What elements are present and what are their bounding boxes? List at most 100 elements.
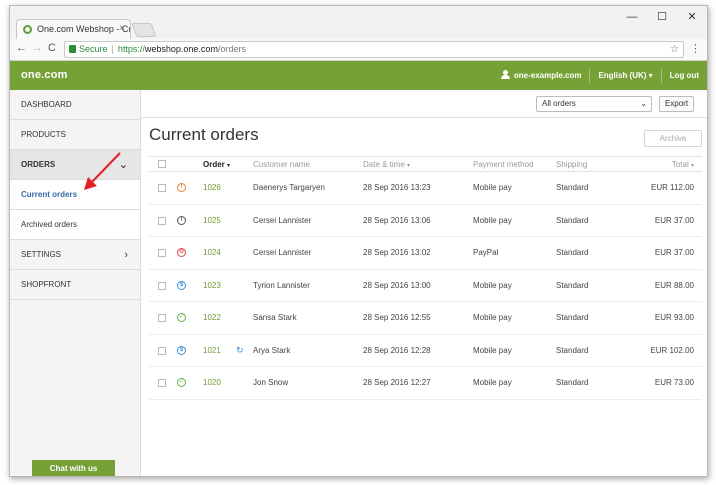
orders-table: Order ▾ Customer name Date & time ▾ Paym… (149, 156, 702, 400)
shipping-method: Standard (556, 334, 630, 367)
sidebar-subitem-archived-orders[interactable]: Archived orders (10, 210, 140, 240)
order-date: 28 Sep 2016 13:02 (363, 236, 473, 270)
account-menu[interactable]: one-example.com (493, 69, 590, 83)
table-row[interactable]: ✓ 1022 Sansa Stark 28 Sep 2016 12:55 Mobile … (149, 301, 702, 335)
order-filter-select[interactable]: All orders ⌄ (536, 96, 652, 112)
shipping-method: Standard (556, 171, 630, 205)
url-input[interactable]: Secure | https://webshop.one.com/orders ☆ (64, 41, 684, 58)
sort-caret-icon: ▾ (690, 162, 694, 169)
row-checkbox[interactable] (158, 216, 166, 225)
chat-button[interactable]: Chat with us (32, 460, 115, 476)
chevron-down-icon: ⌄ (640, 99, 647, 108)
row-checkbox[interactable] (158, 379, 166, 388)
window-controls: — ☐ ✕ (617, 9, 707, 27)
favicon-icon (23, 25, 32, 34)
sidebar-item-dashboard[interactable]: DASHBOARD (10, 90, 140, 120)
sidebar-item-label: PRODUCTS (21, 130, 66, 139)
bookmark-star-icon[interactable]: ☆ (670, 42, 679, 57)
sidebar-item-orders[interactable]: ORDERS ⌄ (10, 150, 140, 180)
order-total: EUR 112.00 (630, 171, 702, 205)
tab-title: One.com Webshop - Cur (37, 24, 131, 34)
orders-toolbar: All orders ⌄ Export (141, 90, 707, 118)
export-button[interactable]: Export (659, 96, 694, 112)
payment-method: Mobile pay (473, 366, 556, 400)
table-row[interactable]: ! 1025 Cersei Lannister 28 Sep 2016 13:06 Mo… (149, 204, 702, 237)
close-window-button[interactable]: ✕ (677, 9, 707, 27)
column-header-order[interactable]: Order ▾ (203, 156, 253, 172)
order-number-link[interactable]: 1024 (203, 236, 236, 270)
lock-icon (69, 45, 76, 53)
status-paid-icon: $ (177, 280, 186, 290)
order-date: 28 Sep 2016 12:55 (363, 301, 473, 335)
sidebar-subitem-current-orders[interactable]: Current orders (10, 180, 140, 210)
page-title: Current orders (149, 125, 259, 144)
payment-method: Mobile pay (473, 204, 556, 237)
sort-caret-icon: ▾ (227, 162, 231, 169)
url-scheme: https:// (117, 44, 145, 54)
user-icon (500, 69, 510, 79)
reload-icon[interactable]: C (48, 42, 56, 54)
new-tab-button[interactable] (131, 23, 157, 37)
payment-method: Mobile pay (473, 269, 556, 302)
table-row[interactable]: $1021 ↻ Arya Stark 28 Sep 2016 12:28 Mobile … (149, 334, 702, 367)
status-done-icon: ✓ (177, 378, 186, 388)
column-header-total[interactable]: Total ▾ (630, 156, 702, 172)
forward-icon[interactable]: → (32, 42, 43, 54)
row-checkbox[interactable] (158, 249, 166, 258)
row-checkbox[interactable] (158, 184, 166, 193)
maximize-button[interactable]: ☐ (647, 9, 677, 27)
sidebar-item-shopfront[interactable]: SHOPFRONT (10, 270, 140, 300)
sidebar-item-label: DASHBOARD (21, 100, 72, 109)
order-number-link[interactable]: 1020 (203, 366, 236, 400)
language-menu[interactable]: English (UK) ▾ (589, 68, 660, 83)
order-total: EUR 93.00 (630, 301, 702, 335)
order-number-link[interactable]: 1021 (203, 334, 236, 367)
archive-button[interactable]: Archive (644, 130, 702, 147)
column-header-payment[interactable]: Payment method (473, 156, 556, 172)
order-number-link[interactable]: 1026 (203, 171, 236, 205)
chevron-down-icon: ⌄ (118, 159, 128, 171)
column-header-date[interactable]: Date & time ▾ (363, 156, 473, 172)
customer-name: Daenerys Targaryen (253, 171, 363, 205)
table-row[interactable]: ⊘ 1024 Cersei Lannister 28 Sep 2016 13:02 Pa… (149, 236, 702, 270)
table-row[interactable]: $1023 Tyrion Lannister 28 Sep 2016 13:00 Mo… (149, 269, 702, 302)
shipping-method: Standard (556, 236, 630, 270)
order-number-link[interactable]: 1025 (203, 204, 236, 237)
browser-tab[interactable]: One.com Webshop - Cur × (16, 19, 131, 39)
address-bar: ← → C Secure | https://webshop.one.com/ord… (10, 39, 707, 61)
logo[interactable]: one.com (21, 69, 68, 81)
shipping-method: Standard (556, 269, 630, 302)
payment-method: Mobile pay (473, 171, 556, 205)
sort-caret-icon: ▾ (407, 162, 411, 169)
table-row[interactable]: ! 1026 Daenerys Targaryen 28 Sep 2016 13:23… (149, 171, 702, 205)
tab-close-icon[interactable]: × (119, 23, 125, 34)
sidebar-item-products[interactable]: PRODUCTS (10, 120, 140, 150)
back-icon[interactable]: ← (16, 42, 27, 54)
row-checkbox[interactable] (158, 281, 166, 290)
order-number-link[interactable]: 1022 (203, 301, 236, 335)
minimize-button[interactable]: — (617, 9, 647, 27)
column-header-shipping[interactable]: Shipping (556, 156, 630, 172)
sidebar: DASHBOARD PRODUCTS ORDERS ⌄ Current order… (10, 90, 141, 476)
browser-menu-icon[interactable]: ⋮ (690, 42, 701, 55)
order-date: 28 Sep 2016 12:28 (363, 334, 473, 367)
payment-method: Mobile pay (473, 301, 556, 335)
payment-method: PayPal (473, 236, 556, 270)
order-total: EUR 37.00 (630, 204, 702, 237)
secure-label: Secure (79, 44, 108, 54)
column-header-customer[interactable]: Customer name (253, 156, 363, 172)
customer-name: Arya Stark (253, 334, 363, 367)
select-all-checkbox[interactable] (158, 160, 166, 169)
header-right: one-example.com English (UK) ▾ Log out (493, 61, 707, 90)
order-date: 28 Sep 2016 12:27 (363, 366, 473, 400)
order-number-link[interactable]: 1023 (203, 269, 236, 302)
table-row[interactable]: ✓ 1020 Jon Snow 28 Sep 2016 12:27 Mobile pay… (149, 366, 702, 400)
filter-value: All orders (542, 99, 576, 108)
sidebar-item-settings[interactable]: SETTINGS › (10, 240, 140, 270)
shipping-method: Standard (556, 204, 630, 237)
row-checkbox[interactable] (158, 346, 166, 355)
row-checkbox[interactable] (158, 314, 166, 323)
logout-link[interactable]: Log out (660, 68, 707, 83)
status-pending-icon: ! (177, 183, 186, 193)
order-total: EUR 102.00 (630, 334, 702, 367)
